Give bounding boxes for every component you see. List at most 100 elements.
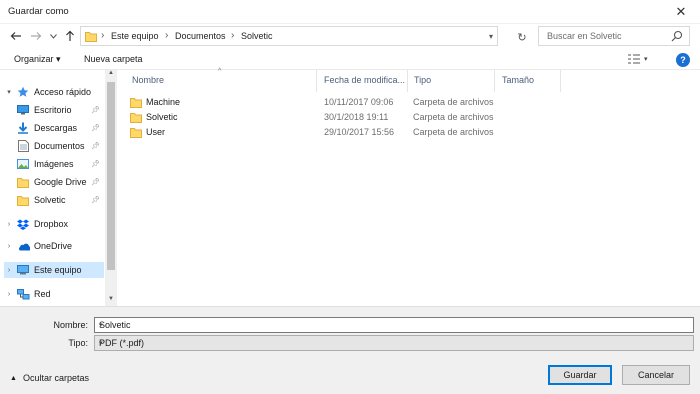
file-type: Carpeta de archivos (413, 112, 494, 122)
chevron-down-icon[interactable]: ▾ (489, 32, 493, 41)
onedrive-icon (16, 240, 30, 252)
view-options-button[interactable]: ▾ (628, 54, 648, 64)
arrow-right-icon (31, 32, 42, 40)
chevron-right-icon[interactable]: › (4, 243, 14, 250)
arrow-left-icon (10, 32, 21, 40)
back-button[interactable] (8, 28, 24, 44)
chevron-down-icon[interactable]: ▾ (99, 321, 690, 329)
sidebar-item-solvetic[interactable]: Solvetic 📌︎ (4, 192, 104, 208)
file-row-machine[interactable]: Machine 10/11/2017 09:06 Carpeta de arch… (118, 95, 518, 110)
pin-icon: 📌︎ (91, 161, 100, 168)
column-header-date[interactable]: Fecha de modifica... (324, 75, 405, 85)
search-box[interactable]: Buscar en Solvetic (538, 26, 690, 46)
scrollbar-thumb[interactable] (107, 82, 115, 270)
sidebar-item-google-drive[interactable]: Google Drive 📌︎ (4, 174, 104, 190)
help-icon: ? (680, 55, 686, 65)
file-type: Carpeta de archivos (413, 97, 494, 107)
folder-icon (130, 128, 142, 138)
hide-folders-button[interactable]: ▲ Ocultar carpetas (10, 373, 89, 383)
folder-icon (16, 194, 30, 206)
sidebar-item-label: Dropbox (34, 219, 69, 229)
sidebar-item-label: Descargas (34, 123, 78, 133)
sidebar-item-acceso-rapido[interactable]: ▾ Acceso rápido (4, 84, 104, 100)
breadcrumb-separator: › (101, 30, 105, 41)
chevron-right-icon[interactable]: › (4, 267, 14, 274)
sidebar-item-label: Documentos (34, 141, 85, 151)
chevron-down-icon (49, 33, 57, 39)
chevron-right-icon[interactable]: › (4, 291, 14, 298)
sidebar-item-escritorio[interactable]: Escritorio 📌︎ (4, 102, 104, 118)
pin-icon: 📌︎ (91, 197, 100, 204)
folder-icon (85, 32, 97, 42)
sidebar-item-label: Este equipo (34, 265, 82, 275)
file-name: Machine (146, 97, 181, 107)
sidebar-item-label: OneDrive (34, 241, 73, 251)
sidebar-scrollbar[interactable]: ▲ ▼ (105, 70, 117, 306)
file-name: Solvetic (146, 112, 178, 122)
chevron-down-icon[interactable]: ▾ (99, 339, 690, 347)
file-list: ^ Nombre Fecha de modifica... Tipo Tamañ… (118, 68, 700, 306)
chevron-right-icon[interactable]: › (4, 221, 14, 228)
pin-icon: 📌︎ (91, 179, 100, 186)
scroll-up-icon[interactable]: ▲ (105, 70, 117, 80)
breadcrumb-este-equipo[interactable]: Este equipo (111, 31, 159, 41)
column-divider[interactable] (494, 70, 495, 92)
file-type-select[interactable]: PDF (*.pdf) ▾ (94, 335, 694, 351)
command-bar: Organizar ▾ Nueva carpeta ▾ ? (0, 48, 700, 70)
sidebar-item-dropbox[interactable]: › Dropbox (4, 216, 104, 232)
sidebar-item-onedrive[interactable]: › OneDrive (4, 238, 104, 254)
documents-icon (16, 140, 30, 152)
file-type-label: Tipo: (68, 338, 88, 348)
column-header-size[interactable]: Tamaño (502, 75, 534, 85)
sidebar-item-este-equipo[interactable]: › Este equipo (4, 262, 104, 278)
new-folder-button[interactable]: Nueva carpeta (84, 54, 143, 64)
breadcrumb-separator: › (165, 30, 169, 41)
file-row-user[interactable]: User 29/10/2017 15:56 Carpeta de archivo… (118, 125, 518, 140)
file-row-solvetic[interactable]: Solvetic 30/1/2018 19:11 Carpeta de arch… (118, 110, 518, 125)
sidebar-item-documentos[interactable]: Documentos 📌︎ (4, 138, 104, 154)
sidebar-item-red[interactable]: › Red (4, 286, 104, 302)
recent-locations-button[interactable] (48, 28, 58, 44)
sidebar-item-label: Escritorio (34, 105, 72, 115)
sort-ascending-icon: ^ (218, 68, 222, 75)
desktop-icon (16, 104, 30, 116)
pin-icon: 📌︎ (91, 125, 100, 132)
network-icon (16, 288, 30, 300)
navigation-pane: ▾ Acceso rápido Escritorio 📌︎ Descargas … (0, 70, 118, 306)
sidebar-item-descargas[interactable]: Descargas 📌︎ (4, 120, 104, 136)
dropbox-icon (16, 218, 30, 230)
file-name-input[interactable]: Solvetic ▾ (94, 317, 694, 333)
column-divider[interactable] (560, 70, 561, 92)
refresh-button[interactable]: ↻ (514, 29, 530, 45)
column-header-type[interactable]: Tipo (414, 75, 431, 85)
up-button[interactable] (62, 28, 78, 44)
chevron-down-icon[interactable]: ▾ (4, 88, 14, 96)
forward-button[interactable] (28, 28, 44, 44)
file-date: 10/11/2017 09:06 (324, 97, 394, 107)
organize-button[interactable]: Organizar ▾ (14, 54, 61, 65)
address-bar[interactable]: › Este equipo › Documentos › Solvetic ▾ (80, 26, 498, 46)
column-divider[interactable] (316, 70, 317, 92)
sidebar-item-label: Red (34, 289, 51, 299)
sidebar-item-label: Acceso rápido (34, 87, 92, 97)
sidebar-item-label: Google Drive (34, 177, 87, 187)
search-placeholder: Buscar en Solvetic (547, 31, 622, 41)
chevron-up-icon: ▲ (10, 374, 17, 382)
sidebar-item-label: Imágenes (34, 159, 74, 169)
file-date: 29/10/2017 15:56 (324, 127, 395, 137)
title-bar: Guardar como ✕ (0, 0, 700, 24)
cancel-button[interactable]: Cancelar (622, 365, 690, 385)
close-button[interactable]: ✕ (662, 0, 700, 24)
save-button[interactable]: Guardar (548, 365, 612, 385)
breadcrumb-solvetic[interactable]: Solvetic (241, 31, 273, 41)
breadcrumb-separator: › (231, 30, 235, 41)
column-divider[interactable] (407, 70, 408, 92)
column-header-name[interactable]: Nombre (132, 75, 164, 85)
window-title: Guardar como (8, 6, 69, 17)
help-button[interactable]: ? (676, 53, 690, 67)
search-icon (671, 30, 683, 42)
breadcrumb-documentos[interactable]: Documentos (175, 31, 226, 41)
chevron-down-icon: ▾ (644, 56, 648, 63)
sidebar-item-imagenes[interactable]: Imágenes 📌︎ (4, 156, 104, 172)
scroll-down-icon[interactable]: ▼ (105, 296, 117, 306)
